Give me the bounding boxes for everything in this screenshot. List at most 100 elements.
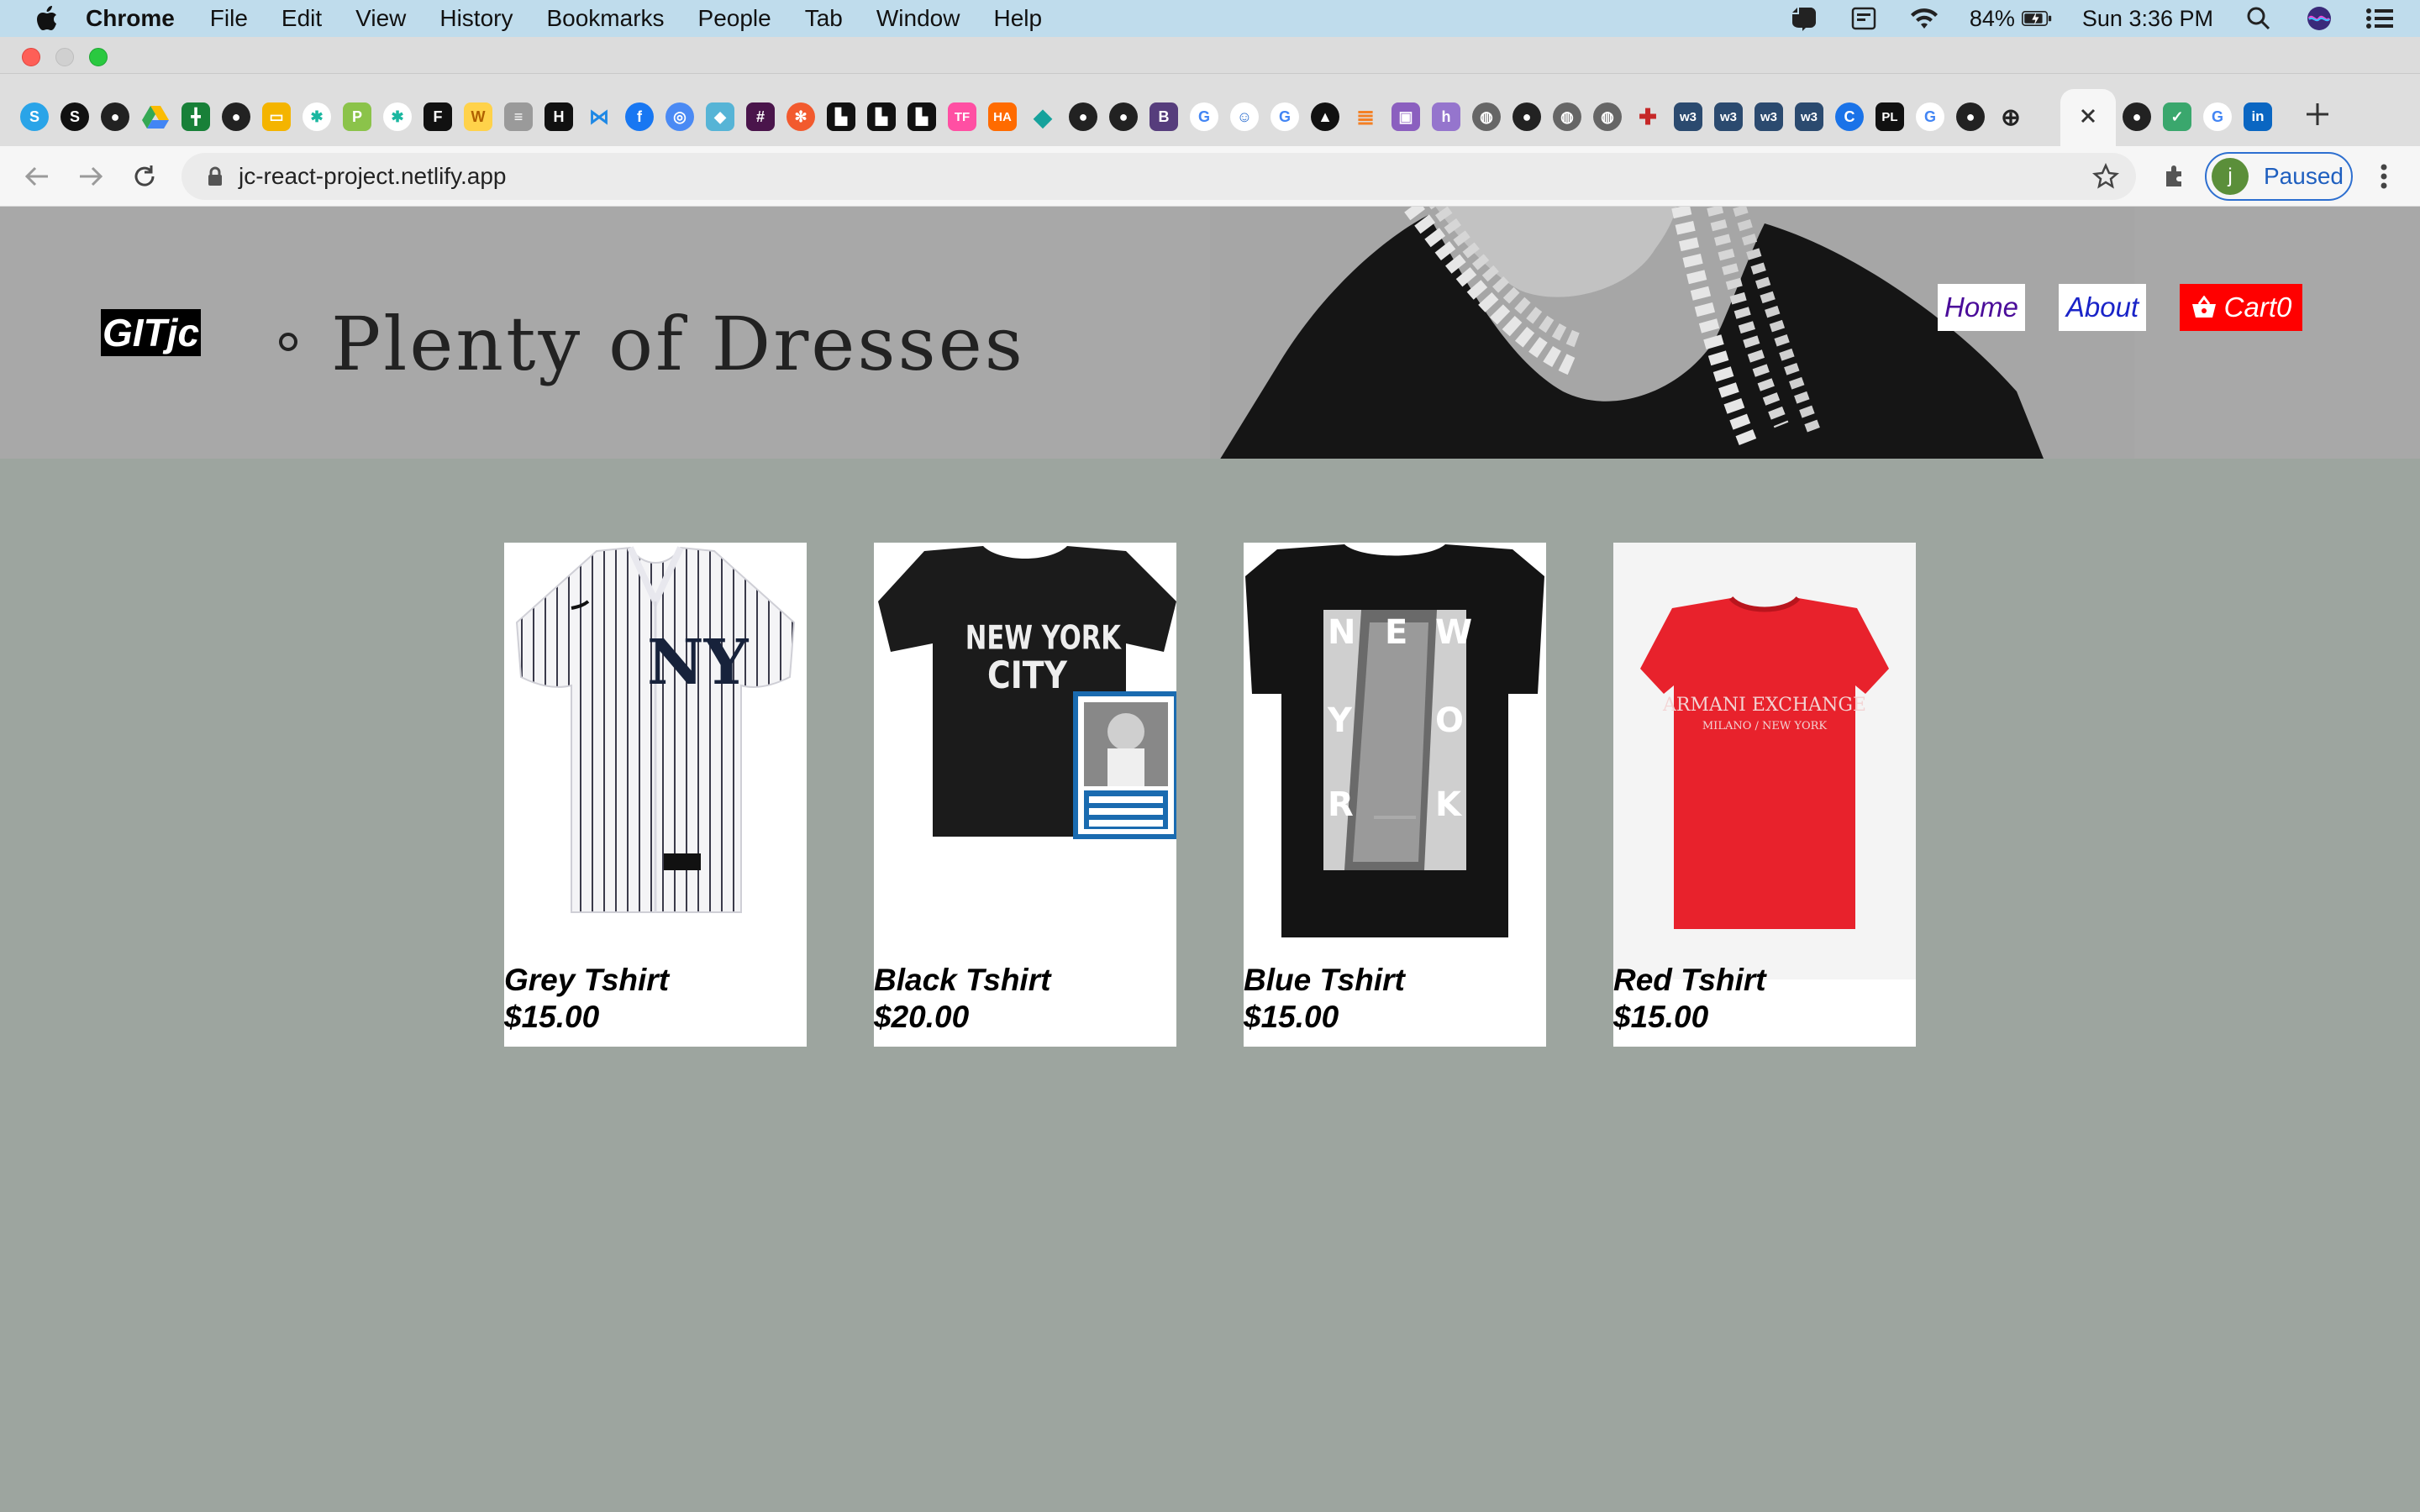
tab-w3-icon-4[interactable]: w3 <box>1795 102 1823 131</box>
tab-google-slides-icon[interactable]: ▭ <box>262 102 291 131</box>
tab-github-icon-4[interactable]: ● <box>1109 102 1138 131</box>
tab-linkedin-icon[interactable]: in <box>2244 102 2272 131</box>
menu-bookmarks[interactable]: Bookmarks <box>546 5 664 32</box>
address-bar[interactable]: jc-react-project.netlify.app <box>182 153 2136 200</box>
menubar-clock[interactable]: Sun 3:36 PM <box>2082 6 2213 32</box>
tab-globe-icon-3[interactable]: ◍ <box>1593 102 1622 131</box>
menu-window[interactable]: Window <box>876 5 960 32</box>
menu-people[interactable]: People <box>698 5 771 32</box>
product-name[interactable]: Grey Tshirt <box>504 963 669 998</box>
wifi-icon[interactable] <box>1909 5 1939 32</box>
profile-button[interactable]: j Paused <box>2205 152 2353 201</box>
tab-tf-icon[interactable]: TF <box>948 102 976 131</box>
menu-history[interactable]: History <box>439 5 513 32</box>
product-card[interactable]: NY Grey Tshirt $15.00 <box>504 543 807 1047</box>
tab-ha-icon[interactable]: HA <box>988 102 1017 131</box>
url-text[interactable]: jc-react-project.netlify.app <box>239 163 507 190</box>
tab-w-icon[interactable]: W <box>464 102 492 131</box>
tab-github-icon-3[interactable]: ● <box>1069 102 1097 131</box>
tab-slack-icon[interactable]: # <box>746 102 775 131</box>
tab-hatena-icon-2[interactable]: ▙ <box>867 102 896 131</box>
bookmark-star-icon[interactable] <box>2092 162 2119 194</box>
tab-globe-icon-4[interactable]: ⊕ <box>1996 102 2025 131</box>
siri-icon[interactable] <box>2304 5 2334 32</box>
product-image-pinstripe-jersey[interactable]: NY <box>504 543 807 979</box>
tab-google-icon-3[interactable]: G <box>1916 102 1944 131</box>
tab-triangle-icon[interactable]: ▲ <box>1311 102 1339 131</box>
tab-react-icon[interactable]: ✱ <box>302 102 331 131</box>
tab-github-icon-7[interactable]: ● <box>2123 102 2151 131</box>
apple-icon[interactable] <box>34 4 60 33</box>
tab-google-icon[interactable]: G <box>1190 102 1218 131</box>
tab-google-icon-2[interactable]: G <box>1270 102 1299 131</box>
tab-shield-icon[interactable]: ✓ <box>2163 102 2191 131</box>
window-minimize-button[interactable] <box>55 48 74 66</box>
tab-github-icon-5[interactable]: ● <box>1512 102 1541 131</box>
tab-asterisk-icon[interactable]: ✻ <box>786 102 815 131</box>
tab-mui-icon[interactable]: ⋈ <box>585 102 613 131</box>
window-maximize-button[interactable] <box>89 48 108 66</box>
tab-prettier-icon[interactable]: P <box>343 102 371 131</box>
tab-stackoverflow-icon[interactable]: ≣ <box>1351 102 1380 131</box>
tab-c-icon[interactable]: C <box>1835 102 1864 131</box>
menu-file[interactable]: File <box>210 5 248 32</box>
product-card[interactable]: N E W Y O R K Blue Tshirt $15.00 <box>1244 543 1546 1047</box>
new-tab-button[interactable] <box>2296 92 2339 136</box>
tab-skype-dark-icon[interactable]: S <box>60 102 89 131</box>
tab-google-sheets-add-icon[interactable]: ╋ <box>182 102 210 131</box>
tab-w3-icon[interactable]: w3 <box>1674 102 1702 131</box>
active-tab[interactable] <box>2060 89 2116 146</box>
product-image-new-york-photo-tshirt[interactable]: N E W Y O R K <box>1244 543 1546 979</box>
product-name[interactable]: Blue Tshirt <box>1244 963 1405 998</box>
nav-about-link[interactable]: About <box>2059 284 2146 331</box>
spotlight-search-icon[interactable] <box>2244 5 2274 32</box>
tab-hatena-icon[interactable]: ▙ <box>827 102 855 131</box>
notification-center-icon[interactable] <box>2365 5 2395 32</box>
tab-github-icon-2[interactable]: ● <box>222 102 250 131</box>
back-button[interactable] <box>17 156 57 197</box>
tab-framer-icon[interactable]: F <box>424 102 452 131</box>
tab-github-icon[interactable]: ● <box>101 102 129 131</box>
tab-diamond-icon[interactable]: ◆ <box>1028 102 1057 131</box>
tab-github-icon-6[interactable]: ● <box>1956 102 1985 131</box>
tab-bootstrap-icon[interactable]: B <box>1150 102 1178 131</box>
tab-pl-icon[interactable]: PL <box>1876 102 1904 131</box>
window-close-button[interactable] <box>22 48 40 66</box>
tab-hatena-icon-3[interactable]: ▙ <box>908 102 936 131</box>
product-card[interactable]: NEW YORK CITY Black Tshirt $20.00 <box>874 543 1176 1047</box>
tab-texas-icon[interactable]: ✚ <box>1634 102 1662 131</box>
tab-globe-icon[interactable]: ◍ <box>1472 102 1501 131</box>
evernote-icon[interactable] <box>1788 5 1818 32</box>
tab-google-drive-icon[interactable] <box>141 102 170 131</box>
extensions-puzzle-icon[interactable] <box>2154 156 2195 197</box>
product-image-armani-exchange-tshirt[interactable]: ARMANI EXCHANGE MILANO / NEW YORK <box>1613 543 1916 979</box>
reload-button[interactable] <box>124 156 165 197</box>
nav-home-link[interactable]: Home <box>1938 284 2025 331</box>
tab-hackerrank-icon[interactable]: H <box>544 102 573 131</box>
close-tab-icon[interactable] <box>2079 107 2097 129</box>
menu-app-chrome[interactable]: Chrome <box>86 5 175 32</box>
tab-reddit-icon[interactable]: ☺ <box>1230 102 1259 131</box>
tab-postman-icon[interactable]: ◆ <box>706 102 734 131</box>
tab-notion-like-icon[interactable]: ▣ <box>1392 102 1420 131</box>
product-name[interactable]: Black Tshirt <box>874 963 1050 998</box>
product-card[interactable]: ARMANI EXCHANGE MILANO / NEW YORK Red Ts… <box>1613 543 1916 1047</box>
nav-cart-link[interactable]: Cart0 <box>2180 284 2302 331</box>
tab-globe-icon-2[interactable]: ◍ <box>1553 102 1581 131</box>
lock-icon[interactable] <box>207 166 224 191</box>
product-name[interactable]: Red Tshirt <box>1613 963 1766 998</box>
tab-w3-icon-2[interactable]: w3 <box>1714 102 1743 131</box>
menu-help[interactable]: Help <box>993 5 1042 32</box>
tab-h-icon[interactable]: h <box>1432 102 1460 131</box>
chrome-menu-icon[interactable] <box>2370 156 2398 197</box>
tab-list-icon[interactable]: ≡ <box>504 102 533 131</box>
tab-react-icon-2[interactable]: ✱ <box>383 102 412 131</box>
forward-button[interactable] <box>71 156 111 197</box>
tab-google-icon-4[interactable]: G <box>2203 102 2232 131</box>
product-image-new-york-city-tshirt[interactable]: NEW YORK CITY <box>874 543 1176 979</box>
menu-extra-icon[interactable] <box>1849 5 1879 32</box>
battery-charging-icon[interactable] <box>2021 5 2052 32</box>
tab-w3-icon-3[interactable]: w3 <box>1754 102 1783 131</box>
menu-view[interactable]: View <box>355 5 406 32</box>
menu-edit[interactable]: Edit <box>281 5 322 32</box>
